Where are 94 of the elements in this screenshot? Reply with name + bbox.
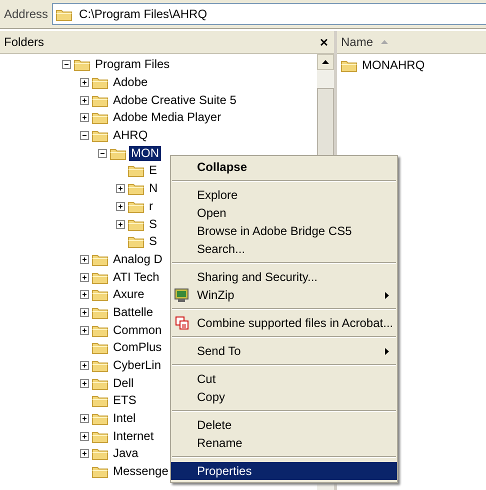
folder-icon <box>92 376 108 390</box>
tree-item[interactable]: Java <box>111 446 140 462</box>
folder-icon <box>92 324 108 337</box>
collapse-icon[interactable] <box>80 131 89 140</box>
collapse-icon[interactable] <box>98 148 107 158</box>
folder-icon <box>92 447 108 460</box>
expand-icon[interactable] <box>80 414 89 424</box>
folder-icon <box>92 252 108 266</box>
file-item[interactable]: MONAHRQ <box>362 58 425 72</box>
folder-icon <box>56 8 72 20</box>
tree-item[interactable]: N <box>147 181 160 196</box>
folder-icon <box>92 341 108 354</box>
expand-icon[interactable] <box>80 326 89 335</box>
cabinet-icon <box>174 288 190 302</box>
tree-item[interactable]: Analog D <box>111 252 164 267</box>
documents-icon <box>174 316 190 330</box>
column-header[interactable]: Name <box>337 31 486 54</box>
tree-item[interactable]: Axure <box>111 287 146 302</box>
folder-icon <box>92 430 108 443</box>
folder-icon <box>128 200 144 213</box>
collapse-icon[interactable] <box>62 60 71 70</box>
expand-icon[interactable] <box>80 432 89 441</box>
tree-item[interactable]: ETS <box>111 393 138 408</box>
expand-icon[interactable] <box>116 184 125 194</box>
tree-item[interactable]: ATI Tech <box>111 270 162 285</box>
tree-item[interactable]: E <box>147 163 160 178</box>
expand-icon[interactable] <box>80 272 89 282</box>
folder-icon <box>128 164 144 178</box>
tree-item[interactable]: Messenge <box>111 464 170 480</box>
expand-icon[interactable] <box>80 254 89 264</box>
menu-item[interactable]: Copy <box>171 388 397 406</box>
tree-item[interactable]: S <box>147 234 160 250</box>
expand-icon[interactable] <box>80 78 89 88</box>
menu-item[interactable]: Properties <box>171 462 397 480</box>
folder-icon <box>92 76 108 90</box>
tree-item[interactable]: CyberLin <box>111 358 164 374</box>
tree-item[interactable]: Program Files <box>93 57 172 72</box>
pane-title: Folders <box>4 35 44 49</box>
folder-icon <box>128 218 144 231</box>
folder-icon <box>128 182 144 196</box>
menu-item[interactable]: Open <box>171 204 397 222</box>
address-text: C:\Program Files\AHRQ <box>79 7 208 21</box>
folder-icon <box>92 359 108 372</box>
expand-icon[interactable] <box>80 308 89 317</box>
tree-item[interactable]: S <box>147 216 160 232</box>
tree-item[interactable]: ComPlus <box>111 340 164 356</box>
address-field[interactable]: C:\Program Files\AHRQ <box>52 3 486 25</box>
folder-icon <box>92 94 108 107</box>
tree-item[interactable]: Internet <box>111 428 156 444</box>
tree-item[interactable]: Battelle <box>111 304 156 320</box>
tree-item[interactable]: MON <box>129 146 161 161</box>
folder-icon <box>341 58 357 72</box>
menu-item[interactable]: Explore <box>171 186 397 204</box>
menu-item[interactable]: Sharing and Security... <box>171 268 397 286</box>
menu-item[interactable]: Cut <box>171 370 397 388</box>
tree-item[interactable]: AHRQ <box>111 128 150 144</box>
menu-item[interactable]: Combine supported files in Acrobat... <box>171 314 397 332</box>
folder-icon <box>92 129 108 142</box>
expand-icon[interactable] <box>80 361 89 370</box>
menu-item[interactable]: WinZip <box>171 286 397 304</box>
column-title: Name <box>341 35 374 49</box>
menu-item[interactable]: Search... <box>171 240 397 258</box>
tree-item[interactable]: Adobe <box>111 75 150 90</box>
menu-item[interactable]: Delete <box>171 416 397 434</box>
expand-icon[interactable] <box>116 220 125 229</box>
folder-icon <box>128 235 144 248</box>
folder-icon <box>92 412 108 426</box>
menu-item[interactable]: Browse in Adobe Bridge CS5 <box>171 222 397 240</box>
expand-icon[interactable] <box>116 202 125 211</box>
folder-icon <box>92 394 108 408</box>
expand-icon[interactable] <box>80 96 89 105</box>
folder-icon <box>92 270 108 284</box>
folder-icon <box>92 465 108 478</box>
tree-item[interactable]: r <box>147 198 155 214</box>
expand-icon[interactable] <box>80 449 89 458</box>
folder-icon <box>74 58 90 72</box>
folder-icon <box>92 111 108 124</box>
folder-icon <box>92 288 108 302</box>
menu-item[interactable]: Rename <box>171 434 397 452</box>
folder-icon <box>92 306 108 319</box>
tree-item[interactable]: Adobe Creative Suite 5 <box>111 92 238 108</box>
tree-item[interactable]: Intel <box>111 411 138 426</box>
address-label: Address <box>4 7 48 21</box>
expand-icon[interactable] <box>80 113 89 122</box>
folder-icon <box>110 146 126 160</box>
tree-item[interactable]: Dell <box>111 376 136 391</box>
scroll-up-icon[interactable] <box>322 60 329 64</box>
expand-icon[interactable] <box>80 290 89 300</box>
expand-icon[interactable] <box>80 378 89 388</box>
tree-item[interactable]: Adobe Media Player <box>111 110 224 126</box>
menu-item[interactable]: Collapse <box>171 158 397 176</box>
close-button[interactable]: × <box>320 34 328 50</box>
menu-item[interactable]: Send To <box>171 342 397 360</box>
tree-item[interactable]: Common <box>111 322 164 338</box>
